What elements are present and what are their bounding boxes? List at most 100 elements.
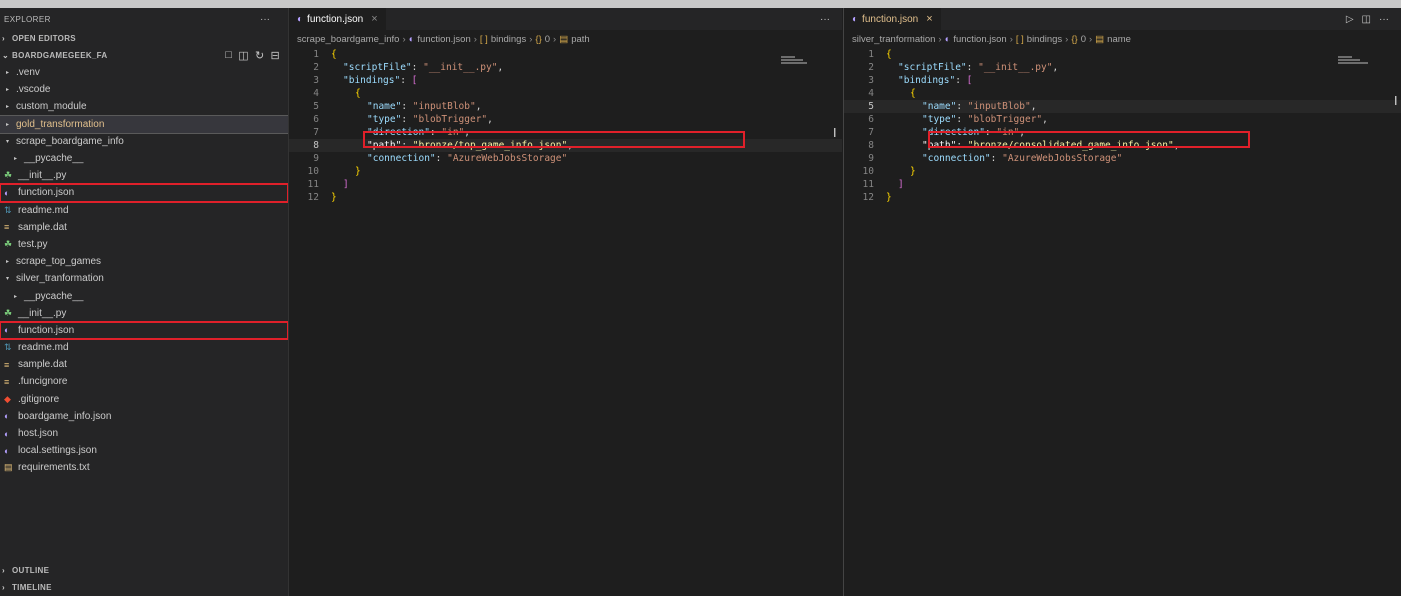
close-icon[interactable]: × xyxy=(371,13,377,25)
json-icon: ◐ xyxy=(297,13,304,25)
tree-item-label: __init__.py xyxy=(18,170,67,182)
code-line[interactable]: 11] xyxy=(289,178,842,191)
collapse-all-icon[interactable]: ⊟ xyxy=(270,49,280,62)
refresh-icon[interactable]: ↻ xyxy=(255,49,265,62)
tree-item[interactable]: ▾ scrape_boardgame_info xyxy=(0,133,288,150)
breadcrumb-item[interactable]: name xyxy=(1107,34,1131,45)
breadcrumb-item[interactable]: path xyxy=(571,34,590,45)
tree-item[interactable]: ▸ .vscode xyxy=(0,81,288,98)
tree-item[interactable]: ≡ .funcignore xyxy=(0,373,288,390)
tree-item[interactable]: ☘ __init__.py xyxy=(0,167,288,184)
breadcrumb-item[interactable]: bindings xyxy=(491,34,526,45)
tree-item-label: function.json xyxy=(18,187,75,199)
right-editor-tab[interactable]: ◐ function.json × xyxy=(844,8,941,30)
code-line[interactable]: 2 "scriptFile": "__init__.py", xyxy=(289,61,842,74)
tree-item-label: test.py xyxy=(18,238,48,250)
breadcrumb-item[interactable]: 0 xyxy=(1081,34,1086,45)
code-text: } xyxy=(886,192,892,203)
tree-item[interactable]: ≡ sample.dat xyxy=(0,219,288,236)
breadcrumb-item[interactable]: silver_tranformation xyxy=(852,34,935,45)
tree-item[interactable]: ▸ __pycache__ xyxy=(0,150,288,167)
line-number: 1 xyxy=(868,49,874,60)
breadcrumb-item[interactable]: scrape_boardgame_info xyxy=(297,34,399,45)
left-group-more-icon[interactable]: ··· xyxy=(820,14,830,25)
timeline-section[interactable]: › TIMELINE xyxy=(0,579,288,596)
chevron-right-icon: ▸ xyxy=(6,87,10,94)
code-line[interactable]: 5 "name": "inputBlob", xyxy=(844,100,1401,113)
tree-item[interactable]: ▤ requirements.txt xyxy=(0,459,288,476)
code-line[interactable]: 7 "direction": "in", xyxy=(844,126,1401,139)
code-line[interactable]: 3 "bindings": [ xyxy=(844,74,1401,87)
breadcrumb-item[interactable]: function.json xyxy=(953,34,1006,45)
tree-item-label: function.json xyxy=(18,324,75,336)
tree-item[interactable]: ▸ gold_transformation xyxy=(0,114,289,134)
outline-section[interactable]: › OUTLINE xyxy=(0,562,288,579)
code-line[interactable]: 5 "name": "inputBlob", xyxy=(289,100,842,113)
project-section[interactable]: ⌄ BOARDGAMEGEEK_FA □ ◫ ↻ ⊟ xyxy=(0,47,288,64)
tree-item-label: scrape_boardgame_info xyxy=(16,135,124,147)
python-icon: ☘ xyxy=(4,170,13,181)
breadcrumb-separator-icon: › xyxy=(1089,33,1093,45)
code-line[interactable]: 1{ xyxy=(289,48,842,61)
left-minimap[interactable] xyxy=(781,56,809,66)
code-line[interactable]: 8 "path": "bronze/top_game_info.json", xyxy=(289,139,842,152)
breadcrumb-item[interactable]: function.json xyxy=(417,34,470,45)
tree-item[interactable]: ◐ function.json xyxy=(0,320,289,341)
close-icon[interactable]: × xyxy=(926,13,932,25)
code-line[interactable]: 8 "path": "bronze/consolidated_game_info.… xyxy=(844,139,1401,152)
tree-item[interactable]: ▾ silver_tranformation xyxy=(0,270,288,287)
line-number: 7 xyxy=(313,127,319,138)
tree-item-label: sample.dat xyxy=(18,359,67,371)
split-editor-icon[interactable]: ◫ xyxy=(1362,14,1371,25)
code-line[interactable]: 6 "type": "blobTrigger", xyxy=(289,113,842,126)
tree-item[interactable]: ⇅ readme.md xyxy=(0,202,288,219)
tree-item[interactable]: ◐ host.json xyxy=(0,425,288,442)
tree-item[interactable]: ◐ function.json xyxy=(0,183,289,203)
run-icon[interactable]: ▷ xyxy=(1346,14,1354,25)
code-line[interactable]: 10} xyxy=(844,165,1401,178)
right-tab-actions: ▷ ◫ ··· xyxy=(1346,14,1389,25)
new-file-icon[interactable]: □ xyxy=(225,49,232,62)
tree-item[interactable]: ◐ boardgame_info.json xyxy=(0,408,288,425)
code-text: ] xyxy=(343,179,349,190)
tree-item[interactable]: ☘ test.py xyxy=(0,236,288,253)
code-line[interactable]: 4{ xyxy=(844,87,1401,100)
tree-item[interactable]: ▸ __pycache__ xyxy=(0,287,288,304)
code-line[interactable]: 2 "scriptFile": "__init__.py", xyxy=(844,61,1401,74)
tree-item-label: host.json xyxy=(18,428,59,440)
code-text: "bindings": [ xyxy=(343,75,418,86)
code-line[interactable]: 9 "connection": "AzureWebJobsStorage" xyxy=(289,152,842,165)
tree-item[interactable]: ▸ .venv xyxy=(0,64,288,81)
markdown-icon: ⇅ xyxy=(4,342,12,353)
code-line[interactable]: 6 "type": "blobTrigger", xyxy=(844,113,1401,126)
tree-item[interactable]: ≡ sample.dat xyxy=(0,356,288,373)
code-line[interactable]: 11] xyxy=(844,178,1401,191)
code-line[interactable]: 4{ xyxy=(289,87,842,100)
more-actions-icon[interactable]: ··· xyxy=(1379,14,1389,25)
code-line[interactable]: 3 "bindings": [ xyxy=(289,74,842,87)
tree-item-label: readme.md xyxy=(18,342,69,354)
left-editor-tab[interactable]: ◐ function.json × xyxy=(289,8,386,30)
left-code-area[interactable]: 1{2 "scriptFile": "__init__.py", 3 "binding… xyxy=(289,48,842,204)
code-line[interactable]: 10} xyxy=(289,165,842,178)
tree-item[interactable]: ☘ __init__.py xyxy=(0,305,288,322)
right-minimap[interactable] xyxy=(1338,56,1368,66)
code-line[interactable]: 9 "connection": "AzureWebJobsStorage" xyxy=(844,152,1401,165)
tree-item[interactable]: ◐ local.settings.json xyxy=(0,442,288,459)
right-code-area[interactable]: 1{2 "scriptFile": "__init__.py", 3 "binding… xyxy=(844,48,1401,204)
breadcrumb-item[interactable]: bindings xyxy=(1027,34,1062,45)
code-line[interactable]: 1{ xyxy=(844,48,1401,61)
breadcrumb-item[interactable]: 0 xyxy=(545,34,550,45)
new-folder-icon[interactable]: ◫ xyxy=(238,49,249,62)
tree-item[interactable]: ▸ custom_module xyxy=(0,98,288,115)
timeline-label: TIMELINE xyxy=(12,583,52,592)
code-line[interactable]: 7 "direction": "in", xyxy=(289,126,842,139)
open-editors-section[interactable]: › OPEN EDITORS xyxy=(0,30,288,47)
tree-item[interactable]: ⇅ readme.md xyxy=(0,339,288,356)
tree-item[interactable]: ◆ .gitignore xyxy=(0,391,288,408)
code-line[interactable]: 12} xyxy=(289,191,842,204)
tree-item[interactable]: ▸ scrape_top_games xyxy=(0,253,288,270)
code-text: "path": "bronze/top_game_info.json", xyxy=(367,140,573,151)
code-line[interactable]: 12} xyxy=(844,191,1401,204)
more-actions-icon[interactable]: ··· xyxy=(260,14,270,25)
